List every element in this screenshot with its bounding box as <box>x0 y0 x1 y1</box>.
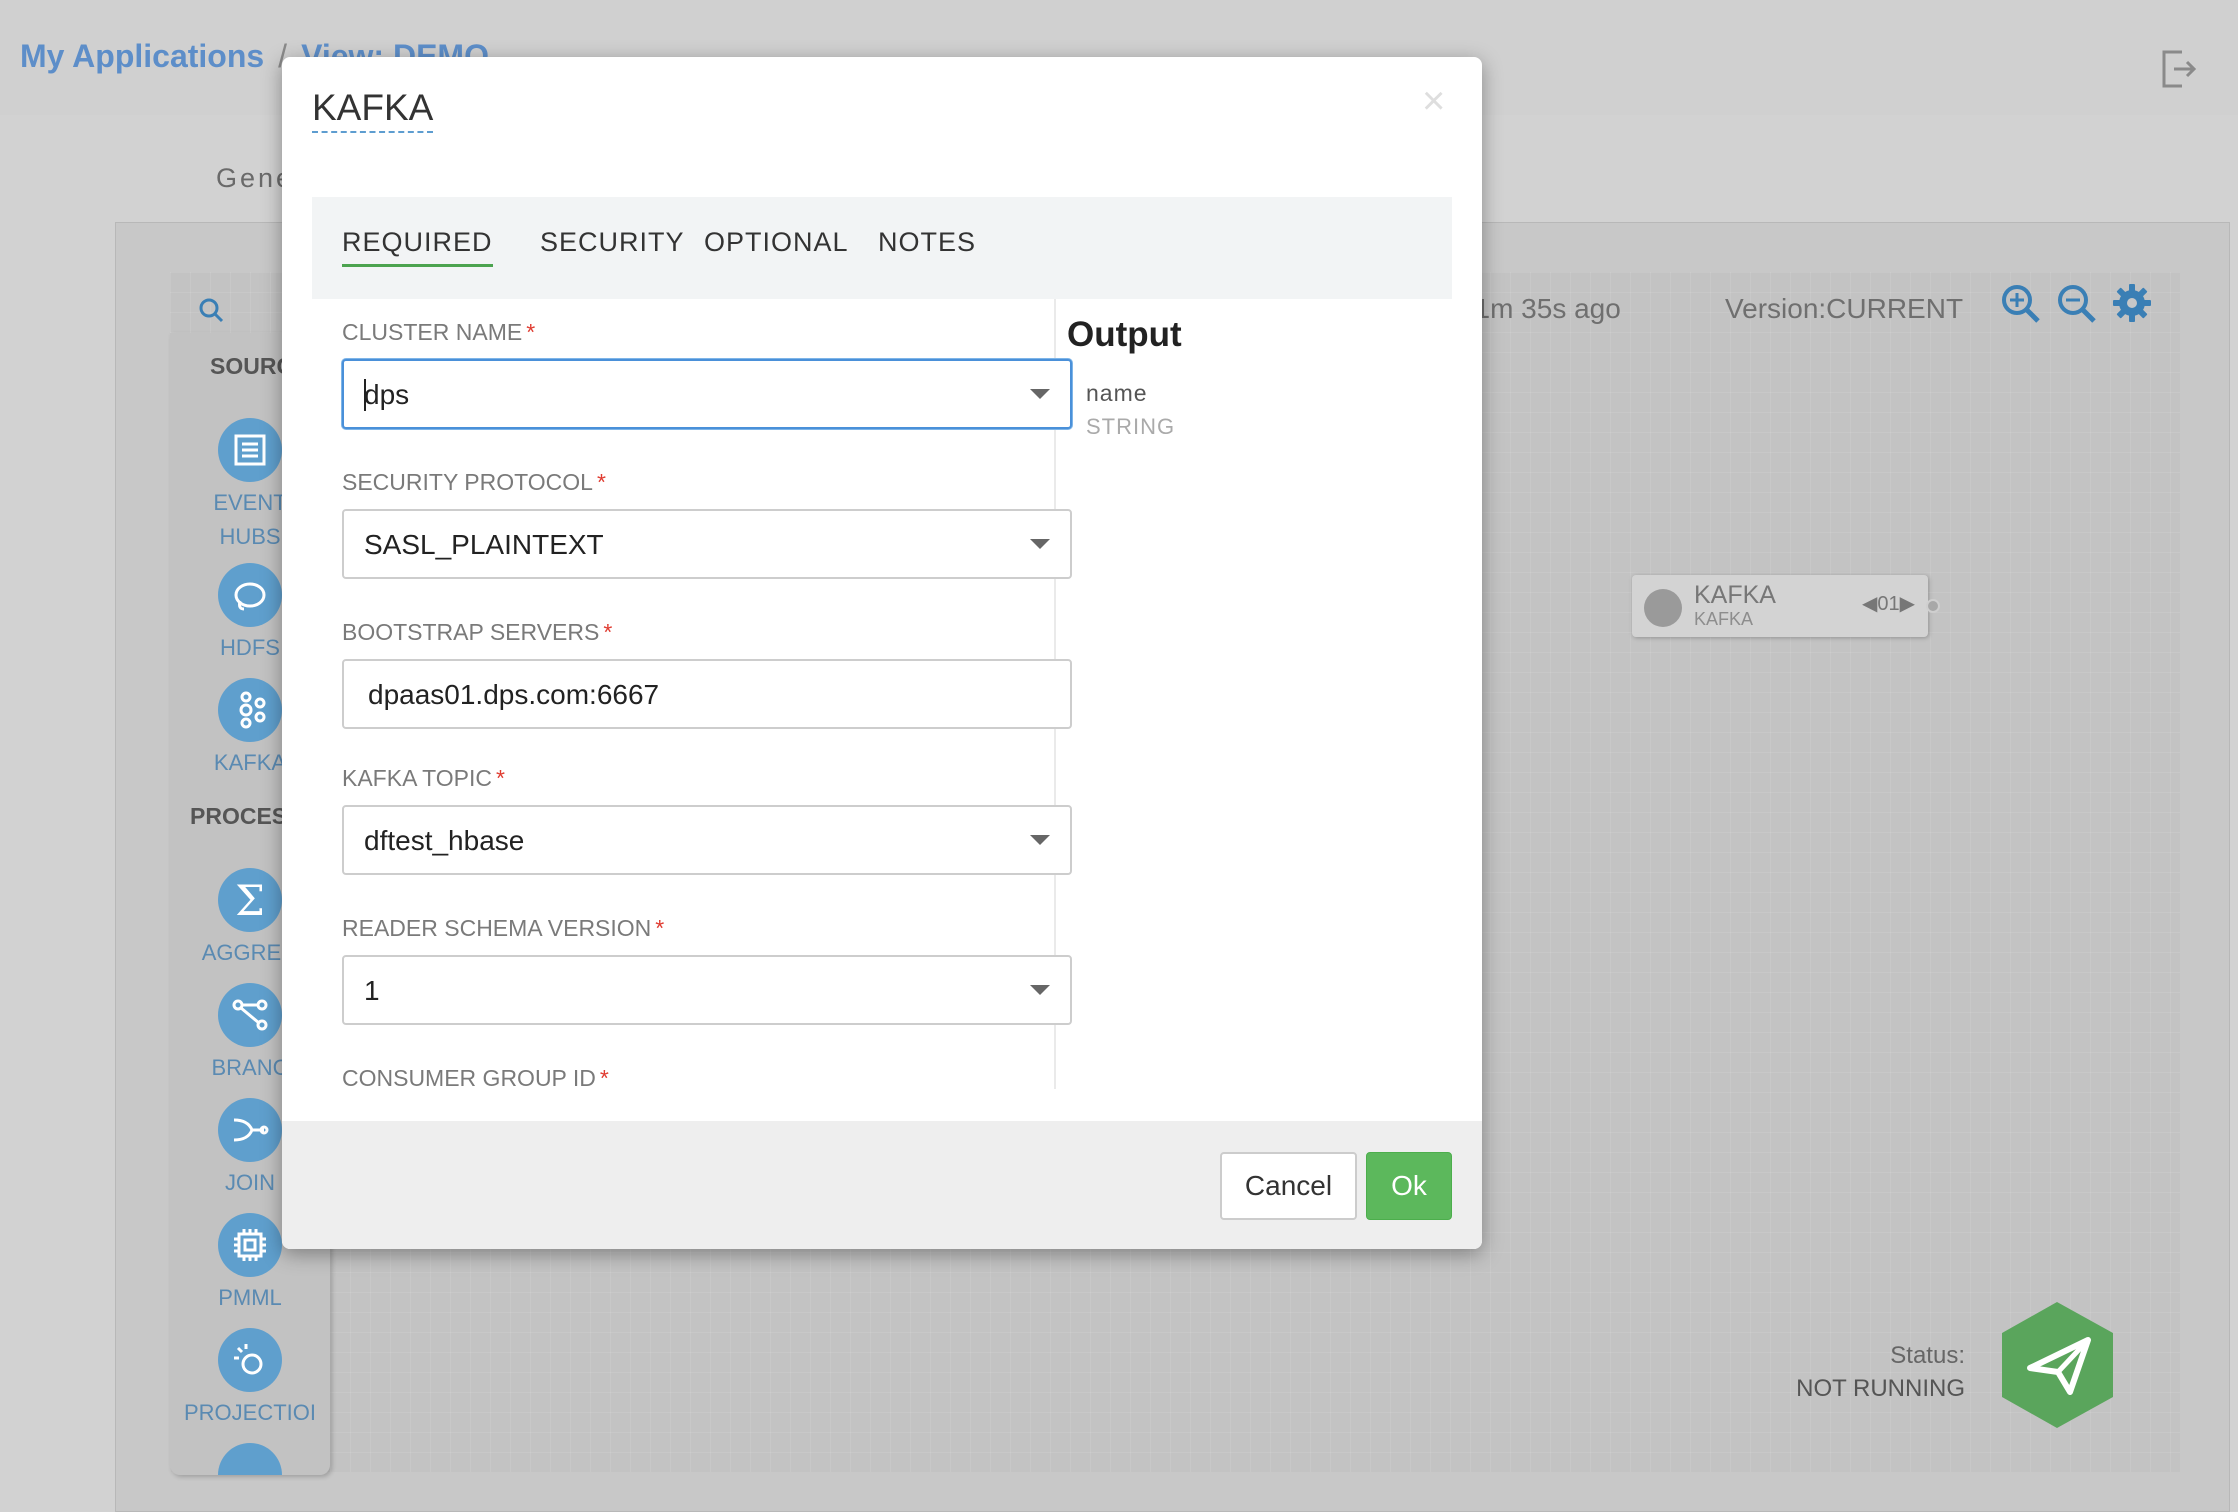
required-marker: * <box>495 765 505 791</box>
security-protocol-label: SECURITY PROTOCOL * <box>342 469 606 495</box>
required-marker: * <box>599 1065 609 1091</box>
version-value: CURRENT <box>1826 293 1964 324</box>
deploy-button[interactable] <box>2000 1300 2115 1430</box>
logout-icon[interactable] <box>2158 48 2198 90</box>
chip-icon <box>218 1213 282 1277</box>
bootstrap-servers-input[interactable]: dpaas01.dps.com:6667 <box>342 659 1072 729</box>
modal-tabs: REQUIRED SECURITY OPTIONAL NOTES <box>312 197 1452 299</box>
consumer-group-id-label: CONSUMER GROUP ID * <box>342 1065 609 1091</box>
palette-item-more[interactable] <box>170 1443 330 1475</box>
version-key: Version: <box>1725 293 1827 324</box>
projection-icon <box>218 1328 282 1392</box>
text-cursor <box>364 379 366 411</box>
zoom-in-icon[interactable] <box>2000 283 2042 325</box>
palette-processors-header: PROCES <box>190 803 288 829</box>
elephant-icon <box>218 563 282 627</box>
tab-security[interactable]: SECURITY <box>540 227 685 258</box>
kafka-config-modal: KAFKA × REQUIRED SECURITY OPTIONAL NOTES… <box>282 57 1482 1249</box>
cluster-name-select[interactable]: dps <box>342 359 1072 429</box>
node-output-port[interactable] <box>1926 599 1940 613</box>
node-subtitle: KAFKA <box>1694 609 1754 629</box>
close-icon[interactable]: × <box>1422 79 1445 124</box>
kafka-topic-label: KAFKA TOPIC * <box>342 765 505 791</box>
sigma-icon: Σ <box>218 868 282 932</box>
bootstrap-servers-label: BOOTSTRAP SERVERS * <box>342 619 613 645</box>
cluster-name-label: CLUSTER NAME * <box>342 319 536 345</box>
tab-required[interactable]: REQUIRED <box>342 227 493 267</box>
cancel-button[interactable]: Cancel <box>1220 1152 1357 1220</box>
kafka-icon <box>218 678 282 742</box>
tab-optional[interactable]: OPTIONAL <box>704 227 849 258</box>
breadcrumb-my-applications[interactable]: My Applications <box>20 38 264 74</box>
reader-schema-version-select[interactable]: 1 <box>342 955 1072 1025</box>
output-title: Output <box>1067 315 1182 354</box>
required-marker: * <box>603 619 613 645</box>
kafka-topic-select[interactable]: dftest_hbase <box>342 805 1072 875</box>
zoom-out-icon[interactable] <box>2056 283 2098 325</box>
status-value: NOT RUNNING <box>1796 1375 1965 1402</box>
kafka-node[interactable]: KAFKA KAFKA ◀01▶ <box>1632 575 1940 637</box>
branch-icon <box>218 983 282 1047</box>
gear-icon[interactable] <box>2112 283 2152 323</box>
palette-sources-header: SOURC <box>210 353 294 379</box>
output-field-type: STRING <box>1086 414 1176 439</box>
chevron-down-icon[interactable] <box>1030 835 1050 845</box>
security-protocol-value: SASL_PLAINTEXT <box>364 529 604 560</box>
kafka-node-icon <box>1644 589 1682 627</box>
cluster-name-value: dps <box>364 379 410 410</box>
tab-notes[interactable]: NOTES <box>878 227 976 258</box>
bootstrap-servers-value: dpaas01.dps.com:6667 <box>368 679 660 710</box>
event-hubs-icon <box>218 418 282 482</box>
palette-item-projection[interactable]: PROJECTIOI <box>170 1328 330 1430</box>
required-marker: * <box>526 319 536 345</box>
palette-label: PMML <box>218 1285 282 1310</box>
version-label: Version:CURRENT <box>1725 293 1963 325</box>
required-marker: * <box>655 915 665 941</box>
required-marker: * <box>596 469 606 495</box>
status-label: Status: <box>1890 1342 1965 1369</box>
node-parallelism[interactable]: ◀01▶ <box>1862 591 1915 616</box>
modal-title[interactable]: KAFKA <box>312 87 434 133</box>
chevron-down-icon[interactable] <box>1030 539 1050 549</box>
chevron-down-icon[interactable] <box>1030 389 1050 399</box>
chevron-down-icon[interactable] <box>1030 985 1050 995</box>
processor-icon <box>218 1443 282 1475</box>
node-title: KAFKA <box>1694 581 1776 609</box>
search-icon[interactable] <box>198 297 224 323</box>
output-field-name: name <box>1086 380 1148 406</box>
palette-label: PROJECTIOI <box>183 1400 316 1425</box>
kafka-topic-value: dftest_hbase <box>364 825 525 856</box>
join-icon <box>218 1098 282 1162</box>
reader-schema-version-label: READER SCHEMA VERSION * <box>342 915 665 941</box>
ok-button[interactable]: Ok <box>1366 1152 1452 1220</box>
security-protocol-select[interactable]: SASL_PLAINTEXT <box>342 509 1072 579</box>
reader-schema-version-value: 1 <box>364 975 380 1006</box>
modal-footer: Cancel Ok <box>282 1121 1482 1249</box>
